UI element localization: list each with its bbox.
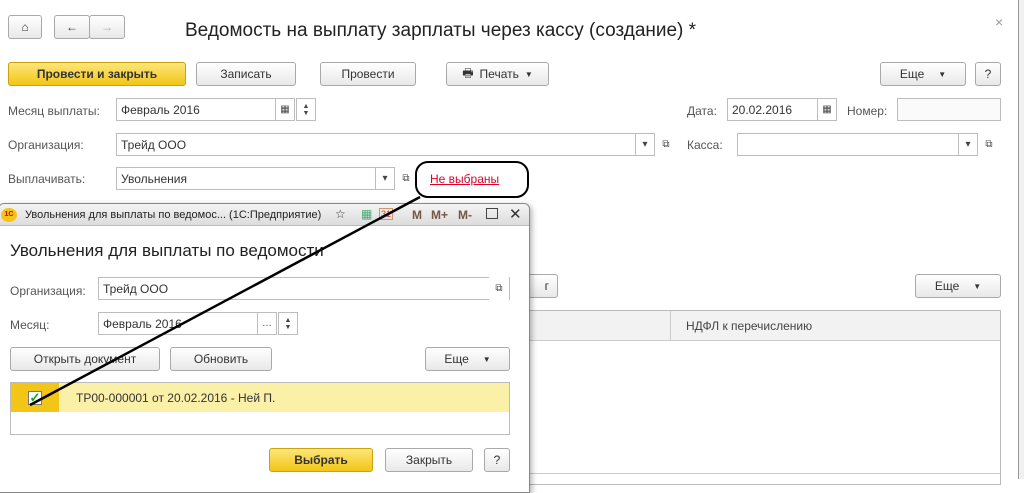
annotation-callout xyxy=(29,161,529,407)
